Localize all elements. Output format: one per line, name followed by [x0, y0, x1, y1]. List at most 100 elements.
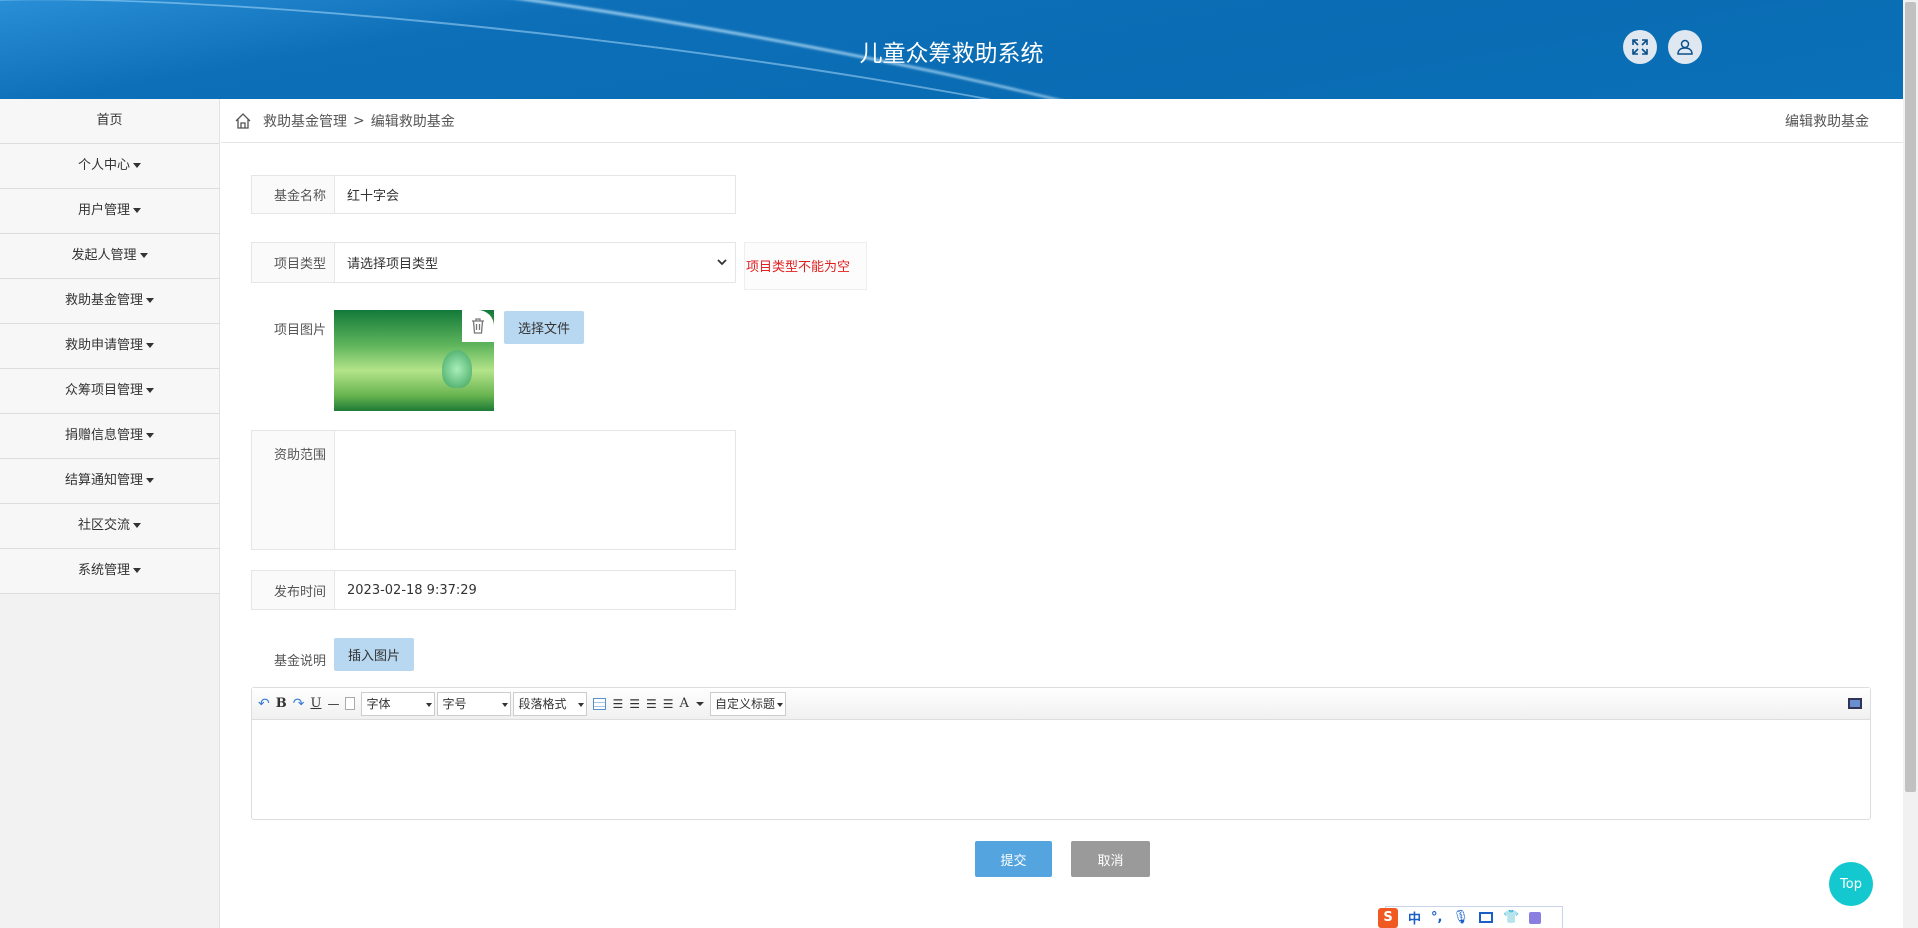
breadcrumb-separator: > — [353, 112, 365, 129]
paragraph-value: 段落格式 — [518, 697, 567, 711]
user-button[interactable] — [1668, 30, 1702, 64]
skin-icon[interactable]: 👕 — [1503, 910, 1519, 925]
caret-down-icon — [133, 523, 141, 528]
ime-lang-toggle[interactable]: 中 — [1408, 908, 1421, 927]
preview-icon[interactable] — [1848, 698, 1862, 709]
project-type-row: 项目类型 请选择项目类型 — [251, 242, 736, 283]
project-type-select[interactable]: 请选择项目类型 — [335, 243, 735, 282]
scrollbar[interactable] — [1903, 0, 1918, 928]
sidebar-item-funds[interactable]: 救助基金管理 — [0, 279, 219, 324]
back-to-top-button[interactable]: Top — [1829, 862, 1873, 906]
sidebar-item-projects[interactable]: 众筹项目管理 — [0, 369, 219, 414]
sidebar-item-users[interactable]: 用户管理 — [0, 189, 219, 234]
scope-label: 资助范围 — [252, 431, 335, 549]
editor-toolbar: ↶ B ↷ U — 字体 字号 段落格式 ☰ ☰ ☰ ☰ A 自定义标题 — [252, 688, 1870, 720]
ime-punct-toggle[interactable]: °, — [1431, 910, 1442, 925]
font-family-value: 字体 — [366, 697, 391, 711]
caret-down-icon — [146, 298, 154, 303]
breadcrumb-parent[interactable]: 救助基金管理 — [263, 111, 347, 131]
scrollbar-thumb[interactable] — [1905, 2, 1916, 792]
custom-title-value: 自定义标题 — [715, 697, 776, 711]
align-justify-icon[interactable]: ☰ — [663, 697, 674, 711]
rich-text-editor: ↶ B ↷ U — 字体 字号 段落格式 ☰ ☰ ☰ ☰ A 自定义标题 — [251, 687, 1871, 820]
font-color-button[interactable]: A — [680, 696, 705, 711]
page-icon[interactable] — [345, 697, 356, 710]
caret-down-icon — [696, 701, 705, 706]
table-icon[interactable] — [593, 697, 607, 710]
home-icon[interactable] — [235, 112, 251, 129]
sidebar-item-personal[interactable]: 个人中心 — [0, 144, 219, 189]
plant-graphic — [442, 350, 472, 388]
font-color-label: A — [679, 696, 689, 711]
delete-image-button[interactable] — [462, 310, 494, 342]
sidebar-item-label: 捐赠信息管理 — [64, 428, 143, 443]
user-icon — [1677, 39, 1693, 55]
custom-title-select[interactable]: 自定义标题 — [710, 691, 787, 716]
sidebar-item-label: 个人中心 — [77, 158, 130, 173]
cancel-button[interactable]: 取消 — [1071, 841, 1150, 877]
align-right-icon[interactable]: ☰ — [629, 697, 640, 711]
caret-down-icon — [133, 163, 141, 168]
sidebar-item-label: 首页 — [96, 113, 123, 128]
sidebar-item-home[interactable]: 首页 — [0, 99, 219, 144]
microphone-icon[interactable]: 🎙 — [1452, 910, 1469, 925]
scope-row: 资助范围 — [251, 430, 736, 550]
sidebar-item-label: 救助基金管理 — [64, 293, 143, 308]
sidebar-item-initiators[interactable]: 发起人管理 — [0, 234, 219, 279]
sidebar-item-label: 社区交流 — [77, 518, 130, 533]
page-title: 编辑救助基金 — [1785, 113, 1869, 130]
sidebar-item-community[interactable]: 社区交流 — [0, 504, 219, 549]
horizontal-rule-button[interactable]: — — [327, 697, 339, 711]
caret-down-icon — [133, 208, 141, 213]
caret-down-icon — [146, 478, 154, 483]
project-image-preview — [334, 310, 494, 411]
paragraph-select[interactable]: 段落格式 — [513, 691, 588, 716]
sidebar-item-label: 用户管理 — [77, 203, 130, 218]
insert-image-button[interactable]: 插入图片 — [334, 638, 414, 671]
publish-time-row: 发布时间 2023-02-18 9:37:29 — [251, 570, 736, 610]
choose-file-button[interactable]: 选择文件 — [504, 311, 584, 344]
font-size-value: 字号 — [442, 697, 467, 711]
align-left-icon[interactable]: ☰ — [612, 697, 623, 711]
chevron-down-icon — [717, 259, 727, 266]
keyboard-icon[interactable] — [1478, 912, 1493, 923]
description-label: 基金说明 — [273, 654, 326, 669]
submit-button[interactable]: 提交 — [975, 841, 1052, 877]
caret-down-icon — [139, 253, 148, 258]
fund-name-label: 基金名称 — [252, 176, 335, 213]
scope-textarea[interactable] — [335, 431, 735, 549]
align-center-icon[interactable]: ☰ — [646, 697, 657, 711]
caret-down-icon — [133, 568, 141, 573]
publish-time-label: 发布时间 — [252, 571, 335, 609]
sidebar-item-applications[interactable]: 救助申请管理 — [0, 324, 219, 369]
redo-icon[interactable]: ↷ — [293, 696, 305, 712]
fund-name-input[interactable]: 红十字会 — [335, 176, 735, 213]
caret-down-icon — [146, 343, 154, 348]
sidebar-item-label: 系统管理 — [77, 563, 130, 578]
sogou-logo-icon[interactable]: S — [1378, 907, 1398, 928]
publish-time-input[interactable]: 2023-02-18 9:37:29 — [335, 571, 735, 609]
bold-button[interactable]: B — [276, 696, 287, 711]
sidebar: 首页 个人中心 用户管理 发起人管理 救助基金管理 救助申请管理 众筹项目管理 … — [0, 99, 220, 928]
editor-content[interactable] — [252, 720, 1870, 819]
sidebar-item-settlements[interactable]: 结算通知管理 — [0, 459, 219, 504]
sidebar-item-label: 发起人管理 — [71, 248, 137, 263]
fullscreen-button[interactable] — [1623, 30, 1657, 64]
project-type-label: 项目类型 — [252, 243, 335, 282]
font-family-select[interactable]: 字体 — [361, 691, 436, 716]
sidebar-item-label: 众筹项目管理 — [64, 383, 143, 398]
project-image-label: 项目图片 — [273, 323, 326, 338]
ime-toolbar: S 中 °, 🎙 👕 — [1378, 906, 1563, 928]
sidebar-item-system[interactable]: 系统管理 — [0, 549, 219, 594]
undo-icon[interactable]: ↶ — [258, 696, 270, 712]
fund-name-row: 基金名称 红十字会 — [251, 175, 736, 214]
breadcrumb-current: 编辑救助基金 — [370, 113, 455, 130]
font-size-select[interactable]: 字号 — [437, 691, 512, 716]
trash-icon — [472, 318, 484, 334]
app-title: 儿童众筹救助系统 — [859, 41, 1044, 67]
apps-icon[interactable] — [1529, 911, 1542, 924]
sidebar-item-donations[interactable]: 捐赠信息管理 — [0, 414, 219, 459]
sidebar-item-label: 结算通知管理 — [64, 473, 143, 488]
underline-button[interactable]: U — [310, 696, 321, 711]
header: 儿童众筹救助系统 — [0, 0, 1903, 99]
